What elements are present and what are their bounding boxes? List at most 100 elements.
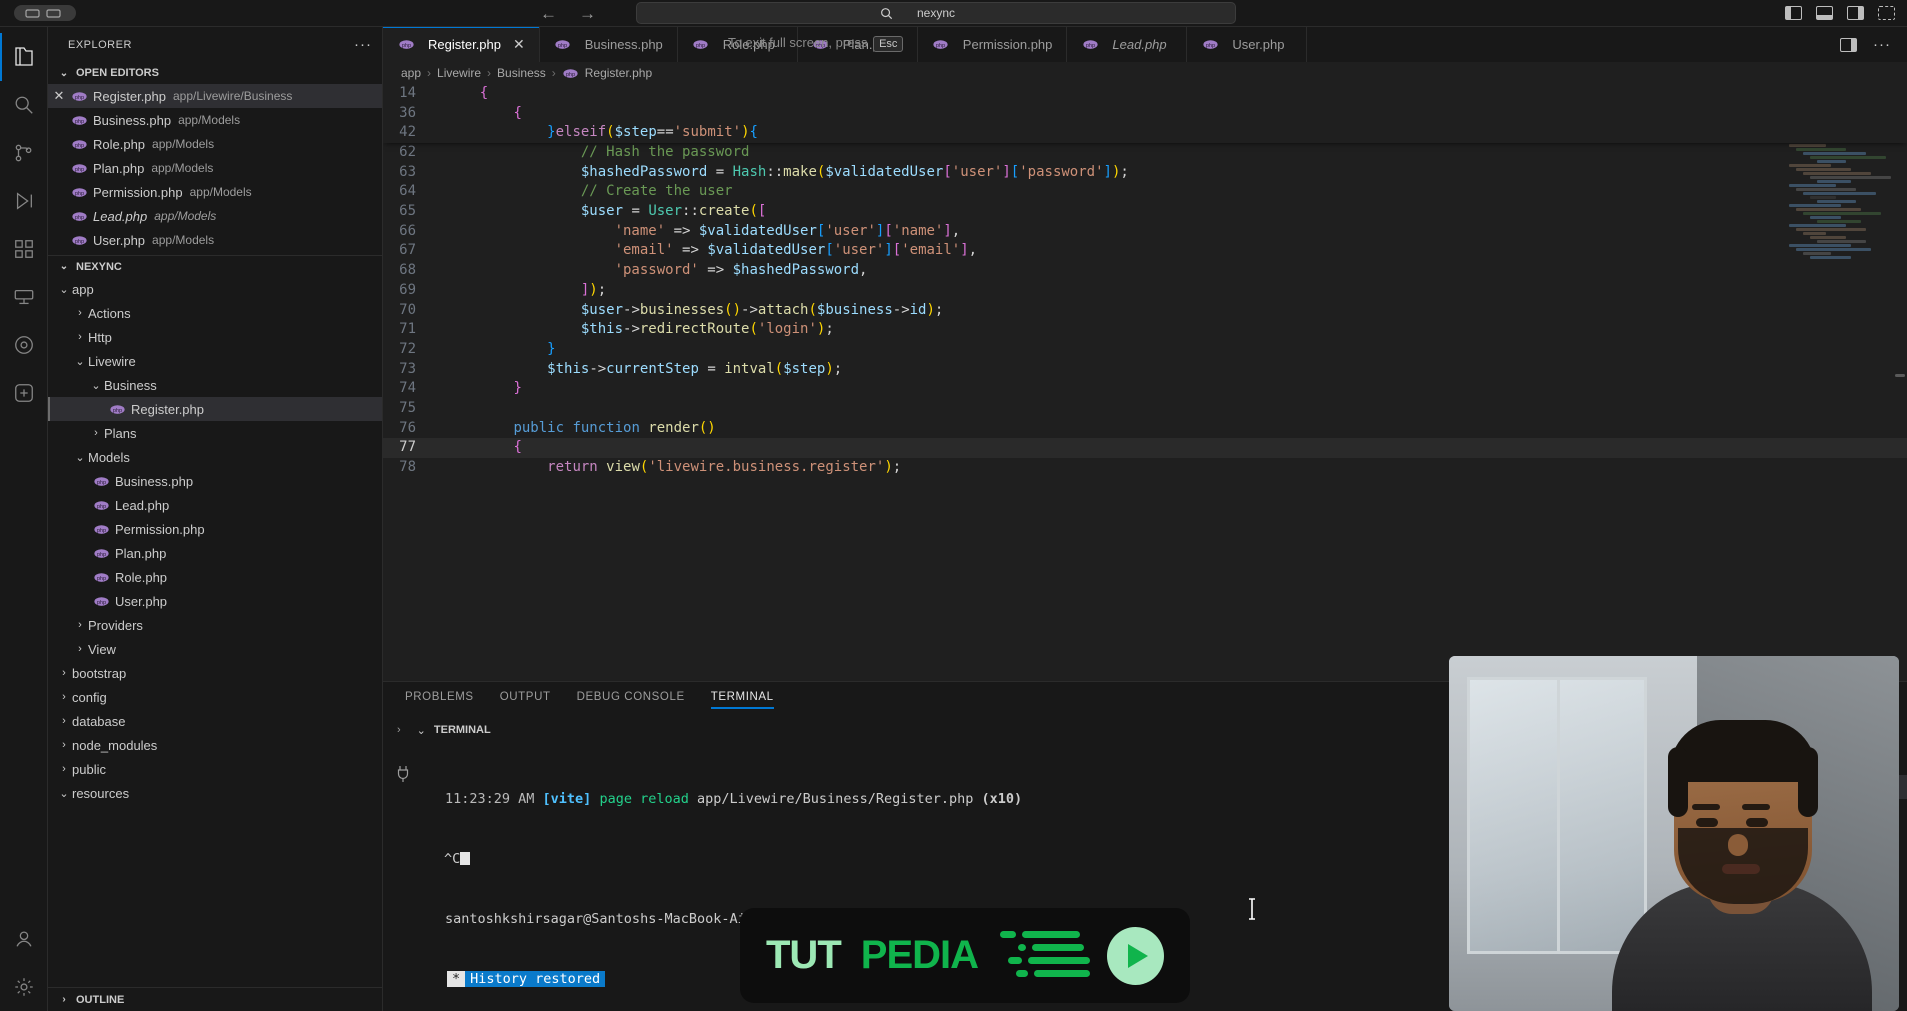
code-line[interactable]: 77 { bbox=[383, 438, 1907, 458]
panel-tab[interactable]: OUTPUT bbox=[500, 691, 551, 709]
editor-tab[interactable]: php Register.php ✕ bbox=[383, 27, 540, 62]
chevron-right-icon[interactable]: › bbox=[56, 691, 72, 703]
toggle-panel-icon[interactable] bbox=[1816, 6, 1833, 20]
activity-search[interactable] bbox=[0, 81, 48, 129]
code-line[interactable]: 74 } bbox=[383, 379, 1907, 399]
code-line[interactable]: 63 $hashedPassword = Hash::make($validat… bbox=[383, 163, 1907, 183]
chevron-right-icon[interactable]: › bbox=[56, 739, 72, 751]
code-line[interactable]: 76 public function render() bbox=[383, 419, 1907, 439]
chevron-right-icon[interactable]: › bbox=[72, 331, 88, 343]
code-line[interactable]: 72 } bbox=[383, 340, 1907, 360]
tree-folder[interactable]: › Plans bbox=[48, 421, 382, 445]
outline-section-header[interactable]: › OUTLINE bbox=[48, 987, 382, 1011]
tree-file[interactable]: php Plan.php bbox=[48, 541, 382, 565]
open-editor-item[interactable]: php Lead.php app/Models bbox=[48, 204, 382, 228]
chevron-right-icon[interactable]: › bbox=[72, 307, 88, 319]
activity-source-control[interactable] bbox=[0, 129, 48, 177]
navigation-buttons[interactable]: ← → bbox=[540, 5, 596, 22]
sidebar-more-actions[interactable]: ··· bbox=[354, 36, 372, 53]
tree-file[interactable]: php Permission.php bbox=[48, 517, 382, 541]
editor-tab[interactable]: php Lead.php bbox=[1067, 27, 1188, 62]
code-line[interactable]: 67 'email' => $validatedUser['user']['em… bbox=[383, 241, 1907, 261]
code-line[interactable]: 14 { bbox=[383, 84, 1907, 104]
breadcrumb-item[interactable]: app bbox=[401, 66, 421, 80]
breadcrumb-item[interactable]: Livewire bbox=[437, 66, 481, 80]
tree-folder[interactable]: ⌄ Models bbox=[48, 445, 382, 469]
layout-controls[interactable] bbox=[1785, 6, 1895, 20]
split-editor-icon[interactable] bbox=[1840, 37, 1857, 52]
chevron-right-icon[interactable]: › bbox=[72, 619, 88, 631]
editor-tab[interactable]: php Plan.php bbox=[797, 27, 918, 62]
tree-folder[interactable]: › Http bbox=[48, 325, 382, 349]
chevron-down-icon[interactable]: ⌄ bbox=[56, 787, 72, 800]
chevron-right-icon[interactable]: › bbox=[397, 724, 409, 736]
activity-accounts[interactable] bbox=[0, 915, 48, 963]
tree-folder[interactable]: › View bbox=[48, 637, 382, 661]
forward-icon[interactable]: → bbox=[579, 5, 596, 22]
code-editor[interactable]: 14 {36 {42 }elseif($step=='submit'){ 62 … bbox=[383, 84, 1907, 681]
tree-folder[interactable]: › Actions bbox=[48, 301, 382, 325]
tree-folder[interactable]: ⌄ Livewire bbox=[48, 349, 382, 373]
tree-folder[interactable]: › bootstrap bbox=[48, 661, 382, 685]
activity-run-debug[interactable] bbox=[0, 177, 48, 225]
editor-tab[interactable]: php Role.php bbox=[677, 27, 798, 62]
traffic-lights[interactable] bbox=[14, 5, 76, 21]
window-control-pill[interactable] bbox=[14, 5, 76, 21]
code-line[interactable]: 42 }elseif($step=='submit'){ bbox=[383, 123, 1907, 143]
panel-tab[interactable]: PROBLEMS bbox=[405, 691, 474, 709]
tree-file[interactable]: php Business.php bbox=[48, 469, 382, 493]
chevron-down-icon[interactable]: ⌄ bbox=[72, 355, 88, 368]
chevron-down-icon[interactable]: ⌄ bbox=[417, 724, 426, 737]
customize-layout-icon[interactable] bbox=[1878, 6, 1895, 20]
back-icon[interactable]: ← bbox=[540, 5, 557, 22]
tree-folder[interactable]: › Providers bbox=[48, 613, 382, 637]
editor-tab[interactable]: php Business.php bbox=[539, 27, 678, 62]
code-line[interactable]: 78 return view('livewire.business.regist… bbox=[383, 458, 1907, 478]
open-editors-header[interactable]: ⌄ OPEN EDITORS bbox=[48, 62, 382, 84]
code-line[interactable]: 64 // Create the user bbox=[383, 182, 1907, 202]
code-line[interactable]: 68 'password' => $hashedPassword, bbox=[383, 261, 1907, 281]
code-line[interactable]: 62 // Hash the password bbox=[383, 143, 1907, 163]
scrollbar-decoration[interactable] bbox=[1895, 374, 1905, 377]
close-icon[interactable]: ✕ bbox=[48, 88, 70, 104]
chevron-down-icon[interactable]: ⌄ bbox=[72, 451, 88, 464]
code-line[interactable]: 66 'name' => $validatedUser['user']['nam… bbox=[383, 222, 1907, 242]
toggle-secondary-sidebar-icon[interactable] bbox=[1847, 6, 1864, 20]
tree-folder[interactable]: › node_modules bbox=[48, 733, 382, 757]
activity-docker[interactable] bbox=[0, 369, 48, 417]
editor-tab[interactable]: php User.php bbox=[1187, 27, 1308, 62]
code-line[interactable]: 65 $user = User::create([ bbox=[383, 202, 1907, 222]
open-editor-item[interactable]: php Role.php app/Models bbox=[48, 132, 382, 156]
open-editor-item[interactable]: php Permission.php app/Models bbox=[48, 180, 382, 204]
tree-folder[interactable]: › database bbox=[48, 709, 382, 733]
activity-explorer[interactable] bbox=[0, 33, 48, 81]
tree-folder[interactable]: › config bbox=[48, 685, 382, 709]
chevron-right-icon[interactable]: › bbox=[56, 715, 72, 727]
tree-folder[interactable]: ⌄ Business bbox=[48, 373, 382, 397]
chevron-right-icon[interactable]: › bbox=[56, 667, 72, 679]
tree-file[interactable]: php Role.php bbox=[48, 565, 382, 589]
activity-manage-gear[interactable] bbox=[0, 963, 48, 1011]
toggle-primary-sidebar-icon[interactable] bbox=[1785, 6, 1802, 20]
tree-folder[interactable]: ⌄ app bbox=[48, 277, 382, 301]
panel-tab[interactable]: DEBUG CONSOLE bbox=[577, 691, 685, 709]
search-input[interactable]: nexync bbox=[636, 2, 1236, 24]
code-line[interactable]: 69 ]); bbox=[383, 281, 1907, 301]
open-editor-item[interactable]: php Business.php app/Models bbox=[48, 108, 382, 132]
editor-actions[interactable]: ··· bbox=[1824, 27, 1907, 62]
activity-extensions[interactable] bbox=[0, 225, 48, 273]
close-icon[interactable]: ✕ bbox=[513, 36, 525, 53]
open-editor-item[interactable]: php User.php app/Models bbox=[48, 228, 382, 252]
command-center[interactable]: nexync bbox=[636, 2, 1236, 24]
chevron-right-icon[interactable]: › bbox=[56, 763, 72, 775]
code-line[interactable]: 75 bbox=[383, 399, 1907, 419]
code-line[interactable]: 73 $this->currentStep = intval($step); bbox=[383, 360, 1907, 380]
tree-file[interactable]: php Lead.php bbox=[48, 493, 382, 517]
tree-file[interactable]: php Register.php bbox=[48, 397, 382, 421]
open-editor-item[interactable]: ✕ php Register.php app/Livewire/Business bbox=[48, 84, 382, 108]
editor-more-actions-icon[interactable]: ··· bbox=[1873, 36, 1891, 53]
panel-tab[interactable]: TERMINAL bbox=[710, 691, 774, 709]
code-line[interactable]: 71 $this->redirectRoute('login'); bbox=[383, 320, 1907, 340]
editor-tab[interactable]: php Permission.php bbox=[917, 27, 1068, 62]
chevron-right-icon[interactable]: › bbox=[88, 427, 104, 439]
